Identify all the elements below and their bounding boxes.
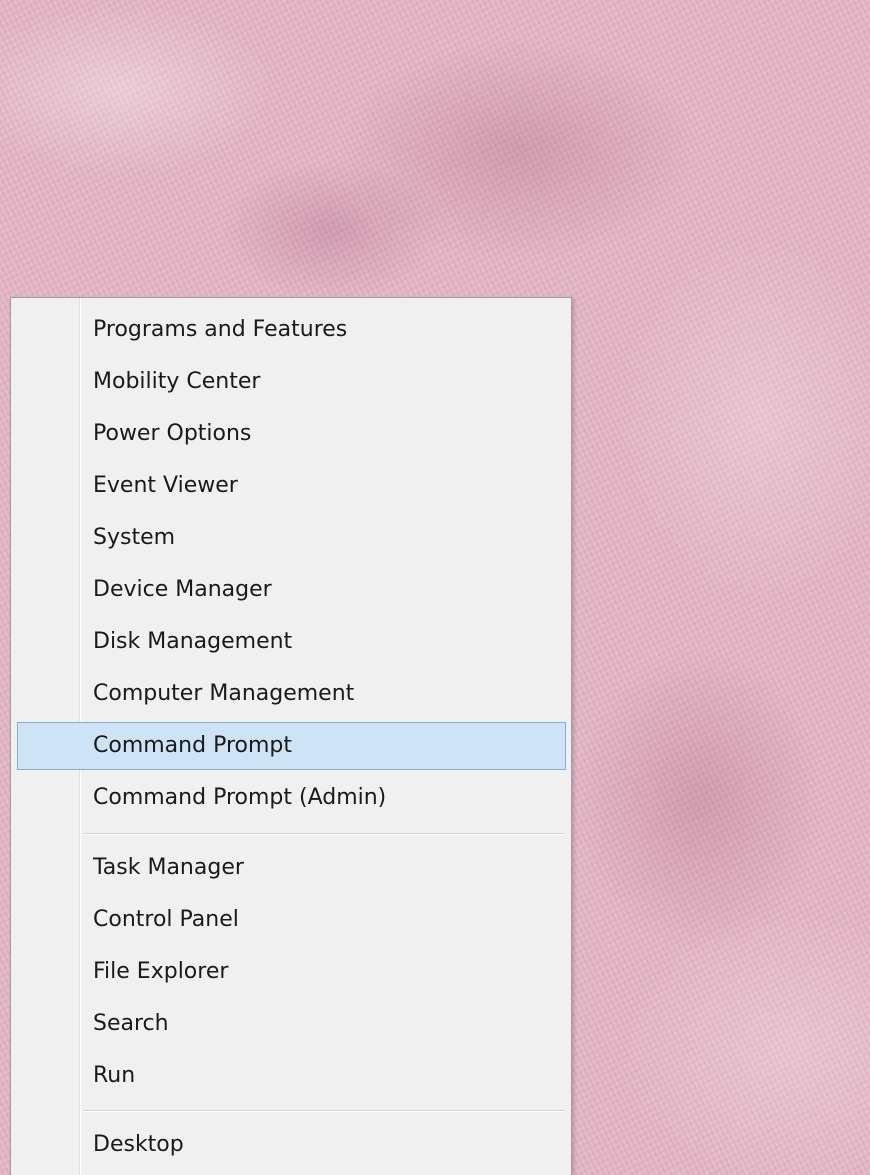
menu-item-task-manager[interactable]: Task Manager (17, 844, 566, 892)
menu-item-label: Mobility Center (93, 369, 261, 394)
menu-item-computer-management[interactable]: Computer Management (17, 670, 566, 718)
menu-item-label: Programs and Features (93, 317, 348, 342)
menu-item-label: Power Options (93, 421, 252, 446)
menu-item-event-viewer[interactable]: Event Viewer (17, 462, 566, 510)
menu-item-label: Device Manager (93, 577, 272, 602)
menu-separator (83, 1110, 565, 1112)
menu-item-label: Command Prompt (93, 733, 292, 758)
menu-item-label: Desktop (93, 1132, 184, 1157)
menu-item-search[interactable]: Search (17, 1000, 566, 1048)
menu-item-control-panel[interactable]: Control Panel (17, 896, 566, 944)
menu-item-label: System (93, 525, 176, 550)
menu-item-label: Event Viewer (93, 473, 238, 498)
menu-item-label: Disk Management (93, 629, 293, 654)
menu-item-label: Command Prompt (Admin) (93, 785, 387, 810)
menu-item-label: Control Panel (93, 907, 239, 932)
menu-item-device-manager[interactable]: Device Manager (17, 566, 566, 614)
menu-item-mobility-center[interactable]: Mobility Center (17, 358, 566, 406)
menu-item-command-prompt-admin[interactable]: Command Prompt (Admin) (17, 774, 566, 822)
menu-item-label: Computer Management (93, 681, 355, 706)
menu-item-run[interactable]: Run (17, 1052, 566, 1100)
menu-item-label: Task Manager (93, 855, 244, 880)
menu-item-label: Run (93, 1063, 136, 1088)
quick-link-menu: Programs and Features Mobility Center Po… (10, 297, 572, 1175)
menu-item-command-prompt[interactable]: Command Prompt (17, 722, 566, 770)
menu-item-desktop[interactable]: Desktop (17, 1121, 566, 1169)
menu-item-label: File Explorer (93, 959, 229, 984)
menu-item-disk-management[interactable]: Disk Management (17, 618, 566, 666)
menu-item-label: Search (93, 1011, 169, 1036)
menu-item-power-options[interactable]: Power Options (17, 410, 566, 458)
menu-item-system[interactable]: System (17, 514, 566, 562)
menu-item-file-explorer[interactable]: File Explorer (17, 948, 566, 996)
menu-item-programs-and-features[interactable]: Programs and Features (17, 306, 566, 354)
menu-separator (83, 833, 565, 835)
